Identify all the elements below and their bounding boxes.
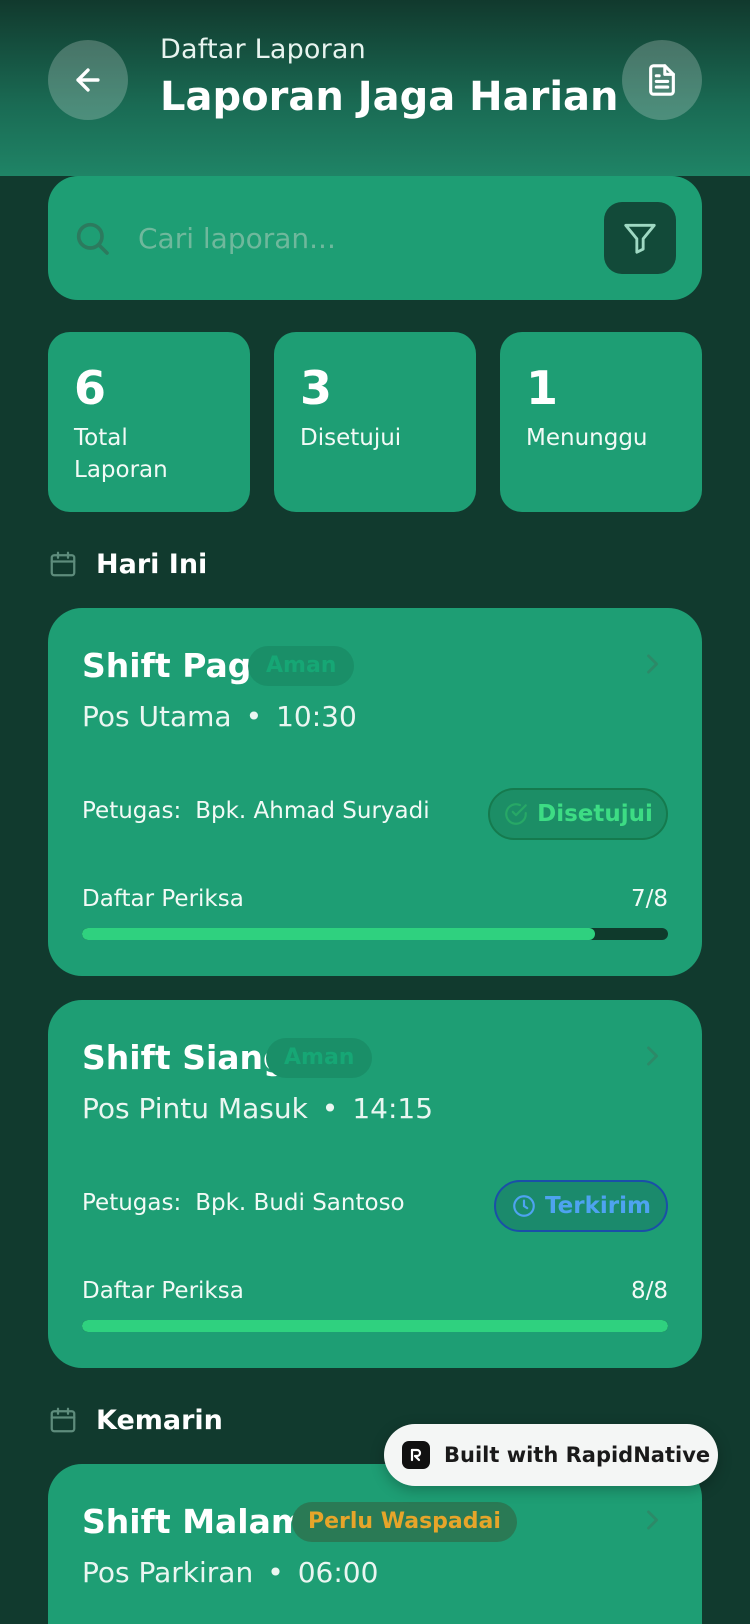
officer-info: Petugas: Bpk. Budi Santoso (82, 1190, 405, 1216)
stat-value: 1 (526, 361, 559, 415)
section-label: Kemarin (96, 1404, 223, 1436)
check-circle-icon (505, 803, 527, 825)
report-meta: Pos Parkiran • 06:00 (82, 1556, 378, 1589)
officer-name: Bpk. Budi Santoso (195, 1190, 405, 1216)
status-badge: Terkirim (494, 1180, 668, 1232)
progress-fill (82, 928, 595, 940)
clock-icon (513, 1195, 535, 1217)
arrow-left-icon (76, 68, 100, 92)
stat-card-approved: 3 Disetujui (274, 332, 476, 512)
section-today: Hari Ini (48, 544, 207, 584)
separator-dot: • (267, 1556, 284, 1589)
report-location: Pos Utama (82, 700, 232, 733)
built-with-badge[interactable]: Built with RapidNative (384, 1424, 718, 1486)
calendar-icon (50, 1407, 76, 1433)
safety-badge: Perlu Waspadai (292, 1502, 517, 1542)
stat-value: 6 (74, 361, 107, 415)
report-location: Pos Pintu Masuk (82, 1092, 308, 1125)
officer-name: Bpk. Ahmad Suryadi (195, 798, 430, 824)
checklist-label: Daftar Periksa (82, 1278, 244, 1304)
stat-label: Menunggu (526, 425, 648, 451)
checklist-label: Daftar Periksa (82, 886, 244, 912)
checklist-progress (82, 1320, 668, 1332)
filter-button[interactable] (604, 202, 676, 274)
checklist-progress (82, 928, 668, 940)
status-label: Disetujui (537, 801, 653, 827)
status-badge: Disetujui (488, 788, 668, 840)
report-title: Shift Siang (82, 1038, 287, 1077)
safety-badge: Aman (266, 1038, 373, 1078)
chevron-right-icon (647, 654, 659, 674)
separator-dot: • (321, 1092, 339, 1125)
document-icon (649, 64, 675, 96)
checklist-count: 8/8 (630, 1278, 668, 1304)
stat-label: Total Laporan (74, 422, 224, 486)
report-time: 06:00 (297, 1556, 379, 1589)
report-card[interactable]: Shift Malam Perlu Waspadai Pos Parkiran •… (48, 1464, 702, 1624)
status-label: Terkirim (545, 1193, 651, 1219)
report-meta: Pos Utama • 10:30 (82, 700, 357, 733)
toast-text: Built with RapidNative (444, 1443, 711, 1467)
stat-label-line: Total (74, 425, 128, 451)
rapidnative-logo-icon (402, 1441, 430, 1469)
progress-fill (82, 1320, 668, 1332)
back-button[interactable] (48, 40, 128, 120)
chevron-right-icon (647, 1046, 659, 1066)
safety-badge: Aman (248, 646, 355, 686)
header: Daftar Laporan Laporan Jaga Harian (0, 0, 750, 176)
section-label: Hari Ini (96, 548, 208, 580)
search-icon (76, 222, 109, 255)
report-time: 10:30 (276, 700, 357, 733)
search-input[interactable] (138, 216, 538, 260)
officer-label: Petugas: (82, 798, 182, 824)
officer-label: Petugas: (82, 1190, 182, 1216)
filter-icon (624, 223, 656, 254)
chevron-right-icon (647, 1510, 659, 1530)
checklist-count: 7/8 (630, 886, 668, 912)
report-time: 14:15 (352, 1092, 434, 1125)
search-bar (48, 176, 702, 300)
stat-card-total: 6 Total Laporan (48, 332, 250, 512)
stat-card-pending: 1 Menunggu (500, 332, 702, 512)
officer-info: Petugas: Bpk. Ahmad Suryadi (82, 798, 430, 824)
stat-value: 3 (300, 361, 333, 415)
document-button[interactable] (622, 40, 702, 120)
report-title: Shift Malam (82, 1502, 306, 1541)
report-card[interactable]: Shift Pagi Aman Pos Utama • 10:30 Petugas:… (48, 608, 702, 976)
stat-label-line: Laporan (74, 457, 168, 483)
report-location: Pos Parkiran (82, 1556, 254, 1589)
separator-dot: • (245, 700, 263, 733)
header-subtitle: Daftar Laporan (160, 34, 366, 65)
report-card[interactable]: Shift Siang Aman Pos Pintu Masuk • 14:15 P… (48, 1000, 702, 1368)
calendar-icon (50, 551, 76, 577)
stat-label: Disetujui (300, 425, 402, 451)
report-list-screen: Daftar Laporan Laporan Jaga Harian 6 Tot… (0, 0, 750, 1624)
section-yesterday: Kemarin (48, 1400, 223, 1440)
report-meta: Pos Pintu Masuk • 14:15 (82, 1092, 433, 1125)
report-title: Shift Pagi (82, 646, 263, 685)
page-title: Laporan Jaga Harian (160, 74, 619, 120)
